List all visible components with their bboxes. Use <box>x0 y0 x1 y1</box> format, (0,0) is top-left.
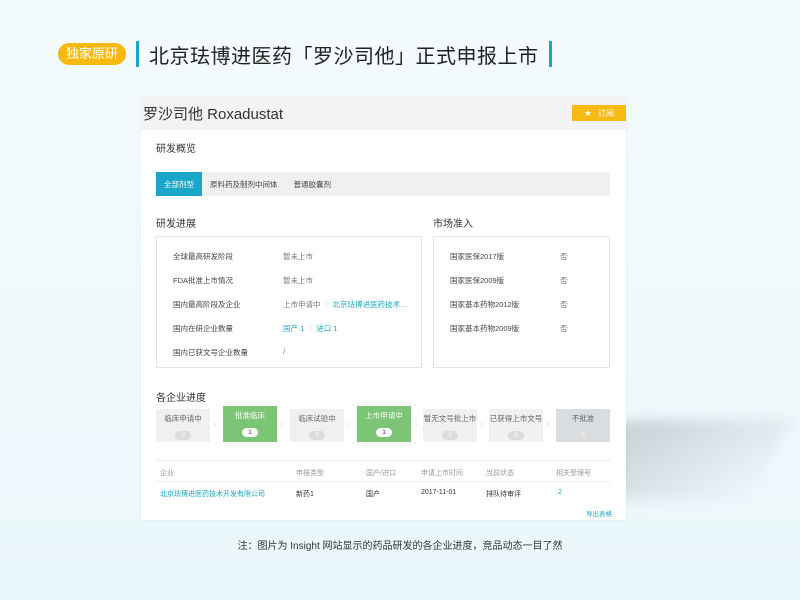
chevron-right-icon: › <box>547 422 549 428</box>
stage-count: 0 <box>508 431 524 440</box>
stage-clinical-approved[interactable]: 批准临床 1 <box>223 406 277 442</box>
market-value: 否 <box>560 300 568 309</box>
stage-rejected[interactable]: 不批准 0 <box>556 409 610 442</box>
stage-label: 临床申请中 <box>164 414 202 423</box>
table-header: 企业 申报类型 国产/进口 申请上市时间 当前状态 相关受理号 <box>156 460 610 482</box>
progress-value: / <box>283 347 286 356</box>
column-header: 相关受理号 <box>556 470 591 477</box>
tab-all-forms[interactable]: 全部剂型 <box>156 172 202 196</box>
stage-count: 1 <box>242 428 258 437</box>
stage-marketing-application[interactable]: 上市申请中 1 <box>357 406 411 442</box>
company-cell[interactable]: 北京珐博进医药技术开发有限公司 <box>160 489 265 499</box>
stage-label: 上市申请中 <box>365 411 403 420</box>
progress-row: FDA批准上市情况 暂未上市 <box>173 275 313 286</box>
tab-api-intermediate[interactable]: 原料药及制剂中间体 <box>202 172 286 196</box>
column-header: 申请上市时间 <box>421 470 463 477</box>
stage-label: 暂无文号批上市 <box>423 414 477 423</box>
progress-key: 全球最高研发阶段 <box>173 252 233 261</box>
stage-count: 0 <box>309 431 325 440</box>
progress-row: 国内已获文号企业数量 / <box>173 347 285 358</box>
type-cell: 新药1 <box>296 491 314 498</box>
tab-capsule[interactable]: 普通胶囊剂 <box>286 172 340 196</box>
market-row: 国家基本药物2012版 否 <box>450 299 568 310</box>
progress-key: 国内已获文号企业数量 <box>173 348 248 357</box>
slide-header: 独家原研 北京珐博进医药「罗沙司他」正式申报上市 <box>58 38 562 70</box>
date-cell: 2017-11-01 <box>421 489 457 496</box>
market-key: 国家医保2009版 <box>450 276 505 285</box>
subscribe-label: 订阅 <box>598 108 615 118</box>
stage-count: 1 <box>376 428 392 437</box>
export-table-link[interactable]: 导出表格 <box>586 508 612 518</box>
chevron-right-icon: › <box>481 422 483 428</box>
slide-headline: 北京珐博进医药「罗沙司他」正式申报上市 <box>149 45 539 68</box>
import-count-link[interactable]: 进口 1 <box>316 323 337 334</box>
separator: | <box>309 323 312 332</box>
chevron-right-icon: › <box>281 422 283 428</box>
table-row: 北京珐博进医药技术开发有限公司 新药1 国产 2017-11-01 排队待审评 … <box>156 482 610 504</box>
origin-cell: 国产 <box>366 491 380 498</box>
market-key: 国家基本药物2009版 <box>450 324 520 333</box>
drug-title: 罗沙司他 Roxadustat <box>143 105 284 123</box>
stage-label: 已获得上市文号 <box>489 414 543 423</box>
subscribe-button[interactable]: ★ 订阅 <box>572 105 626 121</box>
market-key: 国家基本药物2012版 <box>450 300 520 309</box>
chevron-right-icon: › <box>214 422 216 428</box>
stage-label: 临床试验中 <box>298 414 336 423</box>
stage-clinical-trial[interactable]: 临床试验中 0 <box>290 409 344 442</box>
stage-label: 批准临床 <box>235 411 265 420</box>
status-cell: 排队待审评 <box>486 491 521 498</box>
market-row: 国家医保2009版 否 <box>450 275 568 286</box>
progress-title: 研发进展 <box>156 219 196 230</box>
market-row: 国家基本药物2009版 否 <box>450 323 568 334</box>
progress-key: FDA批准上市情况 <box>173 276 233 285</box>
progress-value: 暂未上市 <box>283 252 313 261</box>
progress-row: 全球最高研发阶段 暂未上市 <box>173 251 313 262</box>
market-title: 市场准入 <box>433 219 473 230</box>
dosage-tabs: 全部剂型 原料药及制剂中间体 普通胶囊剂 <box>156 172 610 196</box>
progress-box: 全球最高研发阶段 暂未上市 FDA批准上市情况 暂未上市 国内最高阶段及企业 上… <box>156 236 422 368</box>
market-key: 国家医保2017版 <box>450 252 505 261</box>
acceptance-count-cell[interactable]: 2 <box>558 489 562 496</box>
overview-title: 研发概览 <box>156 144 196 155</box>
company-link[interactable]: 北京珐博进医药技术... <box>332 299 406 310</box>
market-box: 国家医保2017版 否 国家医保2009版 否 国家基本药物2012版 否 国家… <box>433 236 610 368</box>
drug-panel: 罗沙司他 Roxadustat ★ 订阅 研发概览 全部剂型 原料药及制剂中间体… <box>141 96 626 520</box>
progress-key: 国内在研企业数量 <box>173 324 233 333</box>
progress-value: 上市申请中 <box>283 300 321 309</box>
market-row: 国家医保2017版 否 <box>450 251 568 262</box>
market-value: 否 <box>560 276 568 285</box>
progress-row: 国内在研企业数量 国产 1 | 进口 1 <box>173 323 337 334</box>
column-header: 国产/进口 <box>366 470 396 477</box>
stage-count: 0 <box>175 431 191 440</box>
panel-header: 罗沙司他 Roxadustat ★ 订阅 <box>141 96 626 130</box>
accent-bar-end <box>548 41 552 67</box>
stage-count: 0 <box>442 431 458 440</box>
slide-caption: 注：图片为 Insight 网站显示的药品研发的各企业进度，竞品动态一目了然 <box>237 541 563 552</box>
separator: | <box>325 299 328 308</box>
chevron-right-icon: › <box>415 422 417 428</box>
progress-value: 暂未上市 <box>283 276 313 285</box>
exclusive-tag: 独家原研 <box>58 43 127 65</box>
enterprise-title: 各企业进度 <box>156 393 206 404</box>
domestic-count-link[interactable]: 国产 1 <box>283 323 304 334</box>
stage-label: 不批准 <box>571 414 595 423</box>
star-icon: ★ <box>583 107 593 118</box>
column-header: 企业 <box>160 470 174 477</box>
stage-count: 0 <box>575 431 591 440</box>
accent-bar <box>136 41 140 67</box>
column-header: 申报类型 <box>296 470 324 477</box>
stage-steps: 临床申请中 0 › 批准临床 1 › 临床试验中 0 › 上市申请中 1 › 暂… <box>156 406 610 445</box>
chevron-right-icon: › <box>348 422 350 428</box>
progress-key: 国内最高阶段及企业 <box>173 300 241 309</box>
market-value: 否 <box>560 324 568 333</box>
column-header: 当前状态 <box>486 470 514 477</box>
stage-approval-number[interactable]: 已获得上市文号 0 <box>489 409 543 442</box>
stage-clinical-application[interactable]: 临床申请中 0 <box>156 409 210 442</box>
market-value: 否 <box>560 252 568 261</box>
stage-no-approval-number[interactable]: 暂无文号批上市 0 <box>423 409 477 442</box>
progress-row: 国内最高阶段及企业 上市申请中 | 北京珐博进医药技术... <box>173 299 406 310</box>
